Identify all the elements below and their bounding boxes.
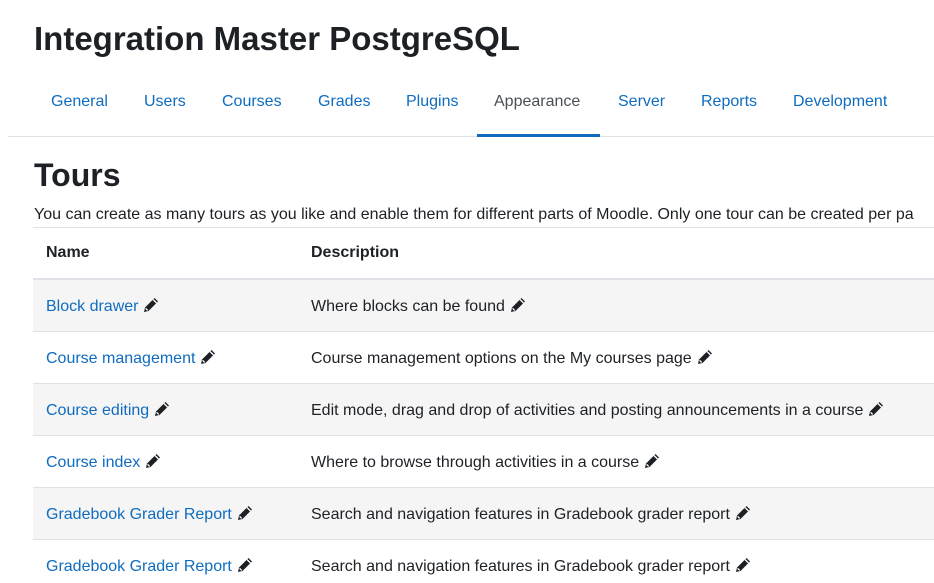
- tour-description: Where to browse through activities in a …: [311, 453, 640, 471]
- tour-name-link[interactable]: Gradebook Grader Report: [46, 558, 232, 575]
- tour-description: Search and navigation features in Gradeb…: [311, 557, 730, 575]
- tour-name-cell: Course index: [33, 435, 298, 488]
- tour-name-link[interactable]: Course index: [46, 454, 140, 471]
- pencil-icon[interactable]: [236, 556, 254, 574]
- pencil-icon[interactable]: [144, 452, 162, 470]
- tour-name-link[interactable]: Course editing: [46, 402, 149, 419]
- pencil-icon[interactable]: [509, 296, 527, 314]
- tour-description-cell: Search and navigation features in Gradeb…: [298, 539, 934, 583]
- tour-description-cell: Search and navigation features in Gradeb…: [298, 487, 934, 540]
- tour-description-cell: Edit mode, drag and drop of activities a…: [298, 383, 934, 436]
- table-row: Gradebook Grader Report Search and naviga…: [33, 539, 934, 583]
- tour-description-cell: Where to browse through activities in a …: [298, 435, 934, 488]
- tab-general[interactable]: General: [34, 78, 125, 134]
- tab-appearance[interactable]: Appearance: [477, 78, 600, 137]
- tour-description-cell: Where blocks can be found: [298, 279, 934, 332]
- pencil-icon[interactable]: [696, 348, 714, 366]
- tour-description: Course management options on the My cour…: [311, 349, 692, 367]
- pencil-icon[interactable]: [734, 556, 752, 574]
- tours-table-body: Block drawer Where blocks can be found Cou…: [33, 279, 934, 583]
- tour-name-link[interactable]: Block drawer: [46, 298, 138, 315]
- tours-table: Name Description Block drawer Where block…: [33, 227, 934, 583]
- site-title: Integration Master PostgreSQL: [34, 20, 520, 57]
- column-header-name[interactable]: Name: [33, 227, 298, 280]
- tab-plugins[interactable]: Plugins: [389, 78, 475, 134]
- tab-grades[interactable]: Grades: [301, 78, 387, 134]
- pencil-icon[interactable]: [867, 400, 885, 418]
- table-row: Course editing Edit mode, drag and drop o…: [33, 383, 934, 436]
- tour-name-cell: Course editing: [33, 383, 298, 436]
- pencil-icon[interactable]: [142, 296, 160, 314]
- table-row: Gradebook Grader Report Search and naviga…: [33, 487, 934, 540]
- column-header-description: Description: [298, 227, 934, 280]
- intro-text: You can create as many tours as you like…: [34, 206, 914, 223]
- tour-name-link[interactable]: Gradebook Grader Report: [46, 506, 232, 523]
- page-heading: Tours: [34, 157, 121, 193]
- table-row: Course management Course management optio…: [33, 331, 934, 384]
- tour-name-link[interactable]: Course management: [46, 350, 195, 367]
- tab-development[interactable]: Development: [776, 78, 904, 134]
- tour-description-cell: Course management options on the My cour…: [298, 331, 934, 384]
- tab-courses[interactable]: Courses: [205, 78, 299, 134]
- admin-nav-tabs: General Users Courses Grades Plugins App…: [8, 78, 934, 137]
- tour-name-cell: Course management: [33, 331, 298, 384]
- pencil-icon[interactable]: [643, 452, 661, 470]
- tab-users[interactable]: Users: [127, 78, 203, 134]
- tour-name-cell: Block drawer: [33, 279, 298, 332]
- pencil-icon[interactable]: [236, 504, 254, 522]
- table-row: Course index Where to browse through acti…: [33, 435, 934, 488]
- page: Integration Master PostgreSQL General Us…: [0, 0, 934, 583]
- tour-description: Search and navigation features in Gradeb…: [311, 505, 730, 523]
- tour-description: Edit mode, drag and drop of activities a…: [311, 401, 864, 419]
- table-header-row: Name Description: [33, 227, 934, 280]
- tab-reports[interactable]: Reports: [684, 78, 774, 134]
- pencil-icon[interactable]: [734, 504, 752, 522]
- table-row: Block drawer Where blocks can be found: [33, 279, 934, 332]
- tour-name-cell: Gradebook Grader Report: [33, 487, 298, 540]
- pencil-icon[interactable]: [199, 348, 217, 366]
- tab-server[interactable]: Server: [601, 78, 682, 134]
- pencil-icon[interactable]: [153, 400, 171, 418]
- tour-description: Where blocks can be found: [311, 297, 505, 315]
- tour-name-cell: Gradebook Grader Report: [33, 539, 298, 583]
